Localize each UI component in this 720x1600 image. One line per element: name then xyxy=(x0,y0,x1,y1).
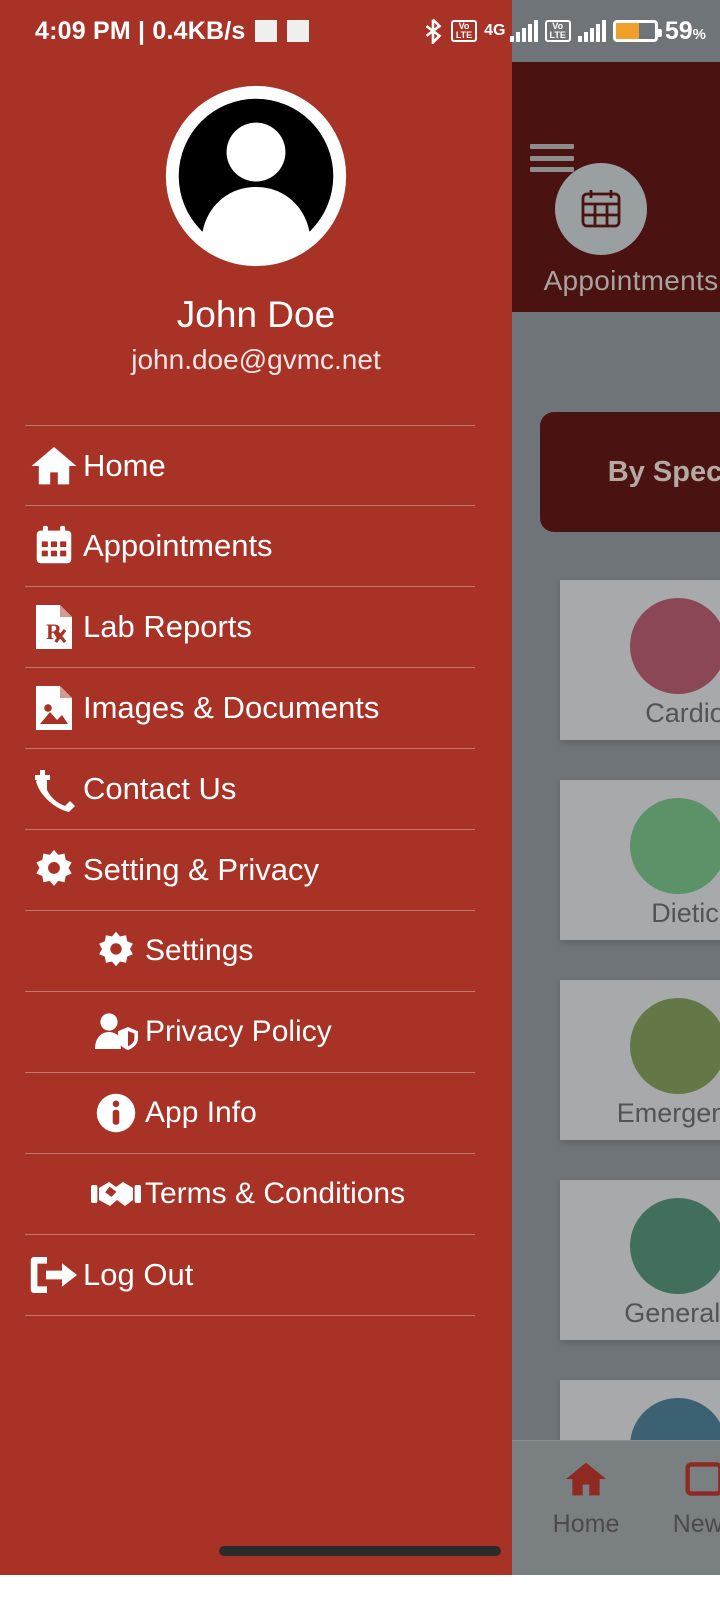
hamburger-icon[interactable] xyxy=(530,144,574,172)
prescription-icon: R xyxy=(25,603,83,651)
nav-item-home[interactable]: Home xyxy=(534,1459,638,1539)
avatar[interactable] xyxy=(164,84,348,268)
nav-item-label: Home xyxy=(552,1510,620,1538)
image-file-icon xyxy=(25,684,83,732)
gear-icon xyxy=(87,929,145,973)
menu-item-label: Privacy Policy xyxy=(145,1015,332,1048)
menu-item-lab-reports[interactable]: R Lab Reports xyxy=(25,587,475,668)
background-header-title: Appointments xyxy=(543,265,719,296)
gear-icon xyxy=(25,847,83,893)
specialty-card-label: Emergency xyxy=(616,1098,720,1128)
nav-item-label: News xyxy=(672,1510,720,1538)
menu-item-privacy-policy[interactable]: Privacy Policy xyxy=(25,992,475,1073)
battery-percent-value: 59 xyxy=(664,16,693,45)
apple-icon xyxy=(630,798,720,894)
menu-item-settings[interactable]: Settings xyxy=(25,911,475,992)
network-generation-label: 4G xyxy=(484,22,506,39)
menu-item-label: Lab Reports xyxy=(83,609,252,644)
menu-item-label: Contact Us xyxy=(83,771,237,806)
handshake-icon xyxy=(87,1175,145,1213)
notification-square-icon xyxy=(255,20,278,42)
specialty-card-label: General P xyxy=(624,1298,720,1328)
doctor-icon xyxy=(630,1198,720,1294)
menu-item-contact-us[interactable]: Contact Us xyxy=(25,749,475,830)
menu-item-label: Settings xyxy=(145,934,254,967)
profile-email: john.doe@gvmc.net xyxy=(131,344,381,375)
menu-item-app-info[interactable]: App Info xyxy=(25,1073,475,1154)
menu-item-home[interactable]: Home xyxy=(25,425,475,506)
nav-item-news[interactable]: News xyxy=(652,1459,720,1539)
signal-bars-2-icon xyxy=(577,20,606,42)
navigation-drawer: John Doe john.doe@gvmc.net Home Appointm… xyxy=(0,0,512,1575)
battery-percent-label: 59% xyxy=(665,17,706,46)
menu-item-label: App Info xyxy=(145,1096,257,1129)
svg-text:R: R xyxy=(46,619,63,644)
bottom-navigation-bar: Home News xyxy=(512,1440,720,1575)
status-bar-left: 4:09 PM | 0.4KB/s xyxy=(35,16,310,46)
news-icon xyxy=(685,1462,720,1496)
calendar-icon xyxy=(555,163,647,255)
menu-item-setting-privacy[interactable]: Setting & Privacy xyxy=(25,830,475,911)
specialty-card-dietician[interactable]: Dietic xyxy=(560,780,720,940)
signal-bars-1-icon xyxy=(509,20,538,42)
volte-badge-icon: Vo LTE xyxy=(450,20,478,42)
status-bar: 4:09 PM | 0.4KB/s Vo LTE 4G Vo LTE 59% xyxy=(0,0,720,62)
menu-item-label: Setting & Privacy xyxy=(83,852,320,887)
logout-icon xyxy=(25,1254,83,1296)
battery-icon xyxy=(612,20,662,42)
volte-badge-2-icon: Vo LTE xyxy=(544,20,571,42)
home-icon xyxy=(25,444,83,488)
menu-item-label: Terms & Conditions xyxy=(145,1177,406,1210)
menu-item-appointments[interactable]: Appointments xyxy=(25,506,475,587)
bluetooth-icon xyxy=(425,18,442,44)
phone-plus-icon xyxy=(25,765,83,813)
profile-name: John Doe xyxy=(176,294,336,335)
specialty-card-emergency[interactable]: Emergency xyxy=(560,980,720,1140)
specialty-card-label: Dietic xyxy=(651,898,719,928)
status-bar-right: Vo LTE 4G Vo LTE 59% xyxy=(422,17,706,46)
specialty-card-label: Cardio xyxy=(645,698,720,728)
menu-item-label: Images & Documents xyxy=(83,690,380,725)
drawer-menu: Home Appointments R Lab Reports Images &… xyxy=(25,425,475,1316)
phone-screen: Appointments By Spec Cardio Dietic Emerg… xyxy=(0,0,720,1600)
menu-item-label: Home xyxy=(83,447,166,483)
heart-icon xyxy=(630,598,720,694)
battery-percent-symbol: % xyxy=(692,25,706,43)
menu-item-log-out[interactable]: Log Out xyxy=(25,1235,475,1316)
calendar-icon xyxy=(25,523,83,569)
hospital-bed-icon xyxy=(630,998,720,1094)
info-circle-icon xyxy=(87,1091,145,1135)
person-shield-icon xyxy=(87,1010,145,1054)
menu-item-images-documents[interactable]: Images & Documents xyxy=(25,668,475,749)
by-speciality-button[interactable]: By Spec xyxy=(540,412,720,532)
menu-item-label: Log Out xyxy=(83,1257,194,1292)
menu-item-terms-conditions[interactable]: Terms & Conditions xyxy=(25,1154,475,1235)
specialty-card-cardio[interactable]: Cardio xyxy=(560,580,720,740)
home-icon xyxy=(566,1462,606,1496)
status-time-and-speed: 4:09 PM | 0.4KB/s xyxy=(35,16,246,45)
notification-square-icon xyxy=(287,20,310,42)
gesture-nav-pill[interactable] xyxy=(219,1546,501,1556)
by-speciality-label: By Spec xyxy=(607,455,720,488)
specialty-card-general-physician[interactable]: General P xyxy=(560,1180,720,1340)
menu-item-label: Appointments xyxy=(83,528,273,563)
